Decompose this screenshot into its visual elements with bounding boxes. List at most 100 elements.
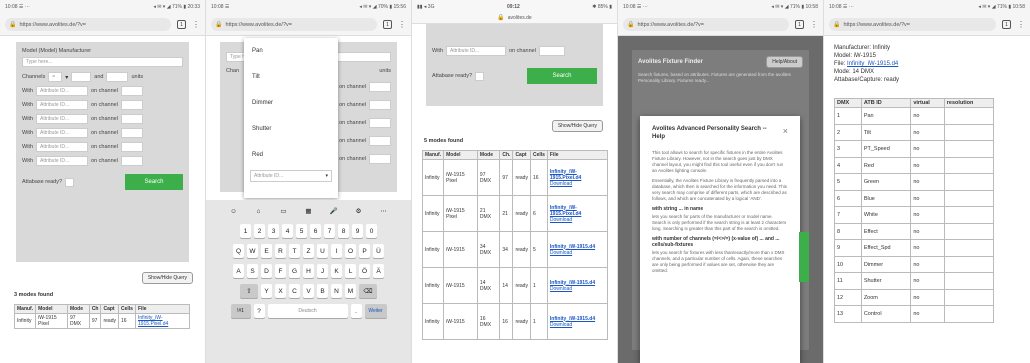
- help-about-button[interactable]: Help/About: [766, 56, 803, 68]
- key[interactable]: V: [303, 284, 314, 298]
- address-bar[interactable]: 🔒 https://www.avolites.de/?v=: [829, 18, 996, 31]
- tabs-button[interactable]: 1: [177, 20, 186, 29]
- dropdown-option-shutter[interactable]: Shutter: [244, 116, 338, 142]
- key[interactable]: 9: [352, 224, 363, 238]
- download-link[interactable]: Download: [550, 322, 572, 328]
- attribute-input[interactable]: Attribute ID...: [36, 142, 88, 152]
- channel-input[interactable]: [369, 136, 391, 146]
- key[interactable]: A: [233, 264, 244, 278]
- tabs-button[interactable]: 1: [383, 20, 392, 29]
- key[interactable]: D: [261, 264, 272, 278]
- key[interactable]: 2: [254, 224, 265, 238]
- tabs-button[interactable]: 1: [1002, 20, 1011, 29]
- attribute-input[interactable]: Attribute ID...: [36, 128, 88, 138]
- browser-address[interactable]: 🔒 avolites.de: [412, 14, 617, 24]
- file-link[interactable]: Infinity_iW-1915.Pixel.d4: [550, 169, 581, 181]
- key[interactable]: U: [317, 244, 328, 258]
- close-icon[interactable]: ×: [783, 126, 788, 142]
- channel-input[interactable]: [120, 100, 143, 110]
- key[interactable]: W: [247, 244, 258, 258]
- key[interactable]: K: [331, 264, 342, 278]
- key[interactable]: Ä: [373, 264, 384, 278]
- channel-input[interactable]: [369, 118, 391, 128]
- atabase-checkbox[interactable]: [65, 177, 75, 187]
- key[interactable]: 7: [324, 224, 335, 238]
- channel-input[interactable]: [369, 82, 391, 92]
- key[interactable]: 8: [338, 224, 349, 238]
- clipboard-key[interactable]: ▭: [278, 204, 289, 218]
- key[interactable]: L: [345, 264, 356, 278]
- key[interactable]: I: [331, 244, 342, 258]
- key[interactable]: O: [345, 244, 356, 258]
- address-bar[interactable]: 🔒 https://www.avolites.de/?v=: [5, 18, 171, 31]
- channel-input[interactable]: [120, 142, 143, 152]
- attribute-input[interactable]: Attribute ID...: [36, 114, 88, 124]
- key[interactable]: ?: [253, 304, 265, 318]
- download-link[interactable]: Download: [550, 250, 572, 256]
- more-icon[interactable]: ⋯: [378, 204, 389, 218]
- dropdown-option-dimmer[interactable]: Dimmer: [244, 90, 338, 116]
- key[interactable]: P: [359, 244, 370, 258]
- gear-icon[interactable]: ⚙: [353, 204, 364, 218]
- channels-input[interactable]: [71, 72, 92, 82]
- download-link[interactable]: Download: [550, 286, 572, 292]
- channel-input[interactable]: [120, 128, 143, 138]
- key[interactable]: X: [275, 284, 286, 298]
- cells-input[interactable]: [106, 72, 129, 82]
- key[interactable]: R: [275, 244, 286, 258]
- menu-icon[interactable]: ⋮: [192, 20, 200, 29]
- search-button[interactable]: Search: [527, 68, 597, 84]
- key[interactable]: Ü: [373, 244, 384, 258]
- download-link[interactable]: Download: [550, 217, 572, 223]
- channel-input[interactable]: [369, 154, 391, 164]
- tabs-button[interactable]: 1: [795, 20, 804, 29]
- channel-input[interactable]: [120, 156, 143, 166]
- menu-icon[interactable]: ⋮: [1017, 20, 1025, 29]
- home-key[interactable]: ⌂: [253, 204, 264, 218]
- channel-input[interactable]: [120, 86, 143, 96]
- emoji-key[interactable]: ☺: [228, 204, 239, 218]
- key[interactable]: C: [289, 284, 300, 298]
- attribute-input[interactable]: Attribute ID...: [36, 156, 88, 166]
- key[interactable]: .: [350, 304, 362, 318]
- key[interactable]: H: [303, 264, 314, 278]
- key[interactable]: G: [289, 264, 300, 278]
- address-bar[interactable]: 🔒 https://www.avolites.de/?v=: [623, 18, 789, 31]
- key[interactable]: 1: [240, 224, 251, 238]
- symbols-key[interactable]: !#1: [230, 304, 251, 318]
- atabase-checkbox[interactable]: [475, 71, 485, 81]
- mic-icon[interactable]: 🎤: [328, 204, 339, 218]
- key[interactable]: Z: [303, 244, 314, 258]
- menu-icon[interactable]: ⋮: [398, 20, 406, 29]
- scroll-button[interactable]: [799, 232, 809, 282]
- key[interactable]: B: [317, 284, 328, 298]
- key[interactable]: 4: [282, 224, 293, 238]
- attribute-input[interactable]: Attribute ID...: [36, 100, 88, 110]
- key[interactable]: 0: [366, 224, 377, 238]
- show-hide-query-button[interactable]: Show/Hide Query: [551, 120, 603, 132]
- shift-key[interactable]: ⇧: [240, 284, 258, 298]
- address-bar[interactable]: 🔒 https://www.avolites.de/?v=: [211, 18, 377, 31]
- download-link[interactable]: Download: [550, 181, 572, 187]
- key[interactable]: N: [331, 284, 342, 298]
- key[interactable]: Y: [261, 284, 272, 298]
- key[interactable]: E: [261, 244, 272, 258]
- search-button[interactable]: Search: [125, 174, 183, 190]
- key[interactable]: 6: [310, 224, 321, 238]
- key[interactable]: Ö: [359, 264, 370, 278]
- model-input[interactable]: Type here...: [22, 57, 183, 67]
- dropdown-option-pan[interactable]: Pan: [244, 38, 338, 64]
- attribute-select[interactable]: Attribute ID... ▾: [250, 170, 332, 182]
- attribute-input[interactable]: Attribute ID...: [446, 46, 506, 56]
- key[interactable]: T: [289, 244, 300, 258]
- channels-operator-select[interactable]: =: [48, 72, 63, 82]
- channel-input[interactable]: [120, 114, 143, 124]
- show-hide-query-button[interactable]: Show/Hide Query: [141, 272, 193, 284]
- key[interactable]: J: [317, 264, 328, 278]
- file-link[interactable]: Infinity_iW-1915.Pixel.d4: [134, 313, 191, 329]
- menu-icon[interactable]: ⋮: [810, 20, 818, 29]
- key[interactable]: F: [275, 264, 286, 278]
- backspace-key[interactable]: ⌫: [359, 284, 377, 298]
- key[interactable]: 3: [268, 224, 279, 238]
- next-key[interactable]: Weiter: [364, 304, 387, 318]
